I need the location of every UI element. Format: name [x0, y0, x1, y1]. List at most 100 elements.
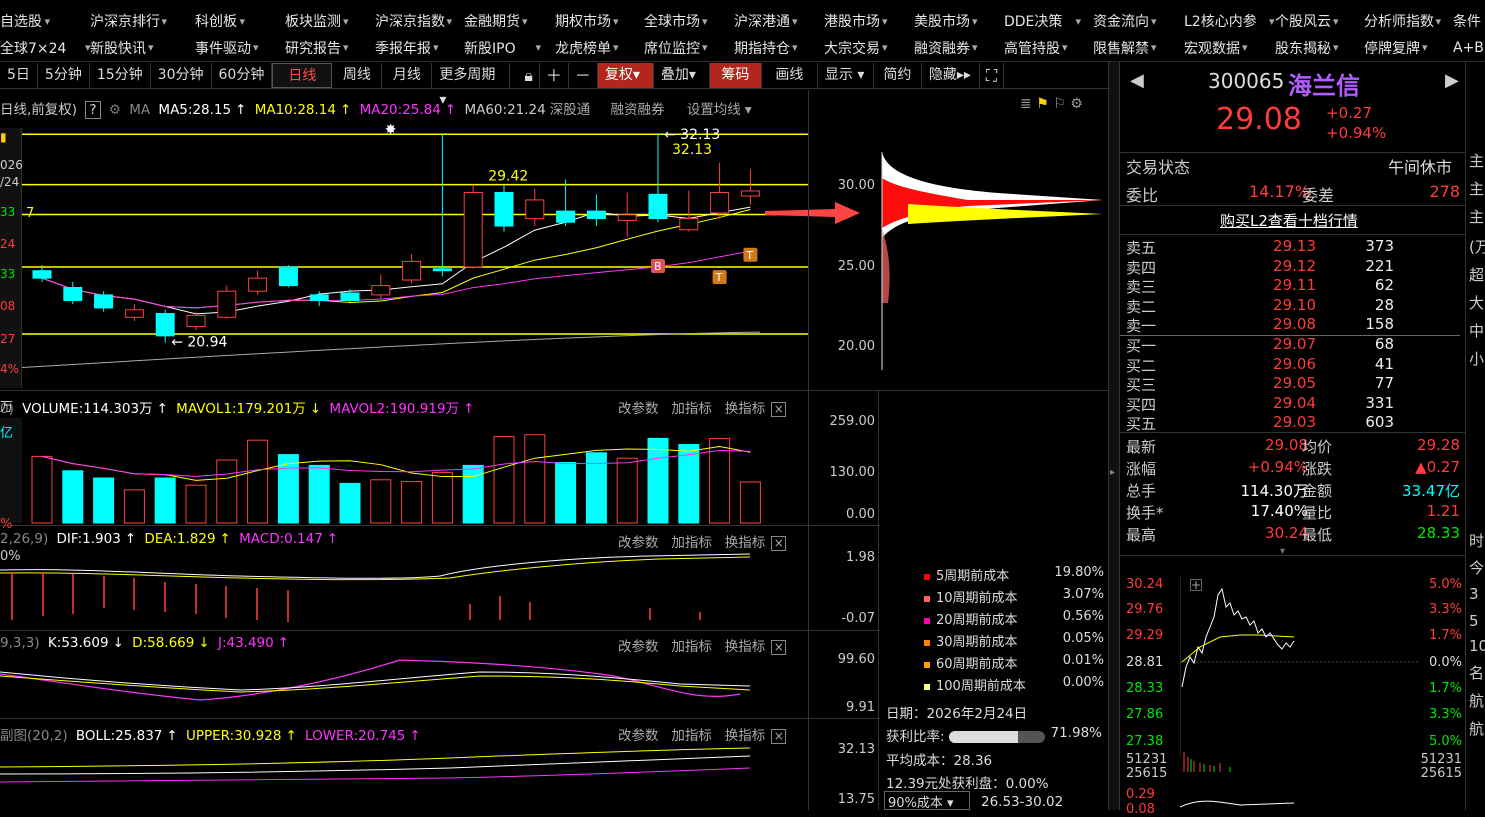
period-60min[interactable]: 60分钟: [212, 62, 273, 88]
menu2-item[interactable]: 宏观数据: [1184, 38, 1240, 58]
menu1-item[interactable]: 沪深京排行: [90, 11, 160, 31]
period-5d[interactable]: 5日: [0, 62, 38, 88]
bid-level[interactable]: 买二 29.06 41: [1126, 355, 1462, 376]
star-icon: ✸: [385, 122, 397, 138]
chevron-down-icon: ▾: [161, 14, 168, 28]
adjust-dropdown[interactable]: 复权▾: [597, 62, 654, 88]
period-5min[interactable]: 5分钟: [38, 62, 90, 88]
menu2-item[interactable]: 停牌复牌: [1364, 38, 1420, 58]
settings-icon[interactable]: ⚙: [1070, 96, 1083, 112]
menu1-item[interactable]: 美股市场: [914, 11, 970, 31]
menu1-item[interactable]: 全球市场: [644, 11, 700, 31]
ask-level[interactable]: 卖三 29.11 62: [1126, 276, 1462, 297]
period-monthly[interactable]: 月线: [382, 62, 433, 88]
candle-body: [340, 292, 360, 301]
menu2-item[interactable]: 龙虎榜单: [555, 38, 611, 58]
menu1-item[interactable]: 板块监测: [285, 11, 341, 31]
simple-button[interactable]: 简约: [874, 62, 922, 88]
intraday-tick: 28.81: [1126, 655, 1164, 670]
menu2-item[interactable]: 股东揭秘: [1275, 38, 1331, 58]
draw-button[interactable]: 画线: [762, 62, 818, 88]
cost-select[interactable]: 90%成本 ▾: [884, 791, 970, 811]
menu2-item[interactable]: 席位监控: [644, 38, 700, 58]
flag-icon[interactable]: ⚑: [1036, 96, 1049, 112]
gear-icon[interactable]: ⚙: [109, 102, 121, 118]
menu1-item[interactable]: 金融期货: [464, 11, 520, 31]
l2-link[interactable]: 购买L2查看十档行情: [1220, 210, 1358, 231]
menu1-item[interactable]: L2核心内参: [1184, 11, 1257, 31]
menu2-item[interactable]: 全球7×24: [0, 38, 66, 58]
menu2-item[interactable]: A+B: [1453, 40, 1484, 56]
fullscreen-icon[interactable]: ⛶: [980, 62, 1005, 88]
ask-level[interactable]: 卖四 29.12 221: [1126, 257, 1462, 278]
main-legend: 日线,前复权) ? ⚙ MA MA5:28.15 ↑ MA10:28.14 ↑ MA…: [0, 98, 756, 119]
bid-volume: 68: [1374, 335, 1394, 353]
period-daily[interactable]: 日线: [272, 62, 333, 88]
minus-icon[interactable]: －: [569, 62, 598, 88]
flag-outline-icon[interactable]: ⚐: [1053, 96, 1066, 112]
cost-swatch: [924, 661, 930, 668]
adjust-label: 复权: [604, 66, 633, 83]
ma-settings-link[interactable]: 设置均线: [687, 102, 741, 118]
menu2-item[interactable]: 融资融券: [914, 38, 970, 58]
sz-connect-link[interactable]: 深股通: [550, 102, 591, 118]
stat-label: 换手*: [1126, 504, 1164, 522]
prev-stock-icon[interactable]: ◀: [1130, 70, 1144, 91]
trade-marker-label: B: [654, 260, 662, 273]
menu2-item[interactable]: 研究报告: [285, 38, 341, 58]
menu2-item[interactable]: 高管持股: [1004, 38, 1060, 58]
menu2-item[interactable]: 新股快讯: [90, 38, 146, 58]
intraday-chart[interactable]: [1180, 577, 1420, 812]
menu2-item[interactable]: 事件驱动: [195, 38, 251, 58]
ask-level[interactable]: 卖二 29.10 28: [1126, 296, 1462, 317]
menu1-item[interactable]: 港股市场: [824, 11, 880, 31]
splitter[interactable]: ▸: [1108, 62, 1119, 810]
menu1-item[interactable]: 沪深港通: [734, 11, 790, 31]
menu2-item[interactable]: 大宗交易: [824, 38, 880, 58]
ask-level[interactable]: 卖五 29.13 373: [1126, 237, 1462, 258]
signal-icon[interactable]: ≣: [1020, 96, 1032, 112]
display-dropdown[interactable]: 显示 ▾: [818, 62, 874, 88]
bid-level[interactable]: 买三 29.05 77: [1126, 374, 1462, 395]
intraday-pct-tick: 1.7%: [1428, 628, 1462, 643]
volume-bar: [616, 457, 638, 524]
menu1-item[interactable]: 分析师指数: [1364, 11, 1434, 31]
overlay-dropdown[interactable]: 叠加▾: [654, 62, 710, 88]
menu1-item[interactable]: 科创板: [195, 11, 237, 31]
menu1-item[interactable]: DDE决策: [1004, 11, 1062, 31]
menu1-item[interactable]: 资金流向: [1093, 11, 1149, 31]
stat-label: 最高: [1126, 526, 1157, 544]
add-icon[interactable]: +: [1190, 579, 1202, 591]
next-stock-icon[interactable]: ▶: [1445, 70, 1459, 91]
menu2-item[interactable]: 新股IPO: [464, 38, 516, 58]
lock-icon[interactable]: 🔒︎: [518, 62, 540, 88]
wb-label: 委比: [1126, 186, 1159, 205]
bid-level[interactable]: 买一 29.07 68: [1126, 335, 1462, 356]
bid-level[interactable]: 买四 29.04 331: [1126, 394, 1462, 415]
stat-value: 17.40%: [1250, 502, 1308, 520]
vol-left-strip: 万 亿 %: [0, 400, 22, 532]
chips-button[interactable]: 筹码: [709, 62, 762, 88]
menu1-item[interactable]: 沪深京指数: [375, 11, 445, 31]
menu2-item[interactable]: 限售解禁: [1093, 38, 1149, 58]
menu1-item[interactable]: 条件: [1453, 11, 1481, 31]
plus-icon[interactable]: ＋: [540, 62, 569, 88]
menu2-item[interactable]: 季报年报: [375, 38, 431, 58]
hide-button[interactable]: 隐藏▸▸: [922, 62, 980, 88]
ask-level[interactable]: 卖一 29.08 158: [1126, 315, 1462, 336]
period-15min[interactable]: 15分钟: [90, 62, 151, 88]
stat-label: 均价: [1302, 438, 1333, 456]
menu1-item[interactable]: 自选股: [0, 11, 42, 31]
candle-body: [371, 285, 391, 296]
menu1-item[interactable]: 期权市场: [555, 11, 611, 31]
margin-link[interactable]: 融资融券: [611, 102, 665, 118]
chevron-down-icon: ▾: [433, 41, 439, 54]
period-more-dropdown[interactable]: 更多周期 ▾: [432, 62, 511, 108]
menu2-item[interactable]: 期指持仓: [734, 38, 790, 58]
boll-tick: 13.75: [837, 792, 875, 807]
kdj-chart: [0, 659, 751, 701]
help-icon[interactable]: ?: [85, 101, 101, 119]
period-weekly[interactable]: 周线: [332, 62, 383, 88]
period-30min[interactable]: 30分钟: [151, 62, 212, 88]
menu1-item[interactable]: 个股风云: [1275, 11, 1331, 31]
